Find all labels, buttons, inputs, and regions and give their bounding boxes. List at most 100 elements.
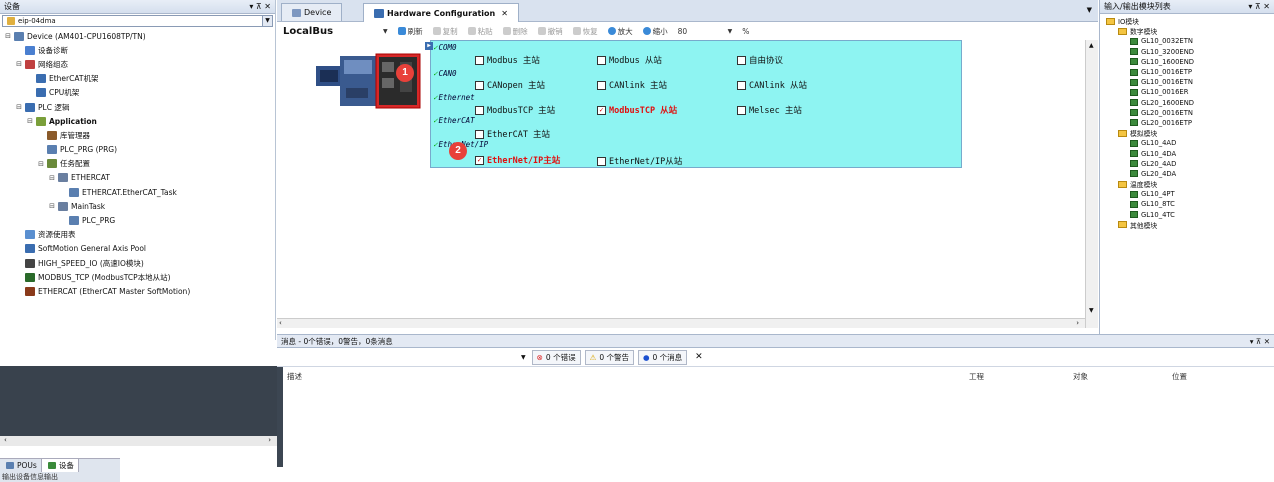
checkbox[interactable] <box>597 55 606 65</box>
tree-item[interactable]: PLC_PRG <box>0 213 275 227</box>
option-eip-slave[interactable]: EtherNet/IP从站 <box>597 155 682 167</box>
module-item[interactable]: GL10_0016ETN <box>1100 77 1274 87</box>
option-eip-master[interactable]: ✓ EtherNet/IP主站 <box>475 154 560 166</box>
collapse-toggle-icon[interactable]: ⊟ <box>48 174 56 182</box>
tree-item[interactable]: ETHERCAT (EtherCAT Master SoftMotion) <box>0 284 275 298</box>
module-category[interactable]: 模拟模块 <box>1100 128 1274 138</box>
module-item[interactable]: GL10_8TC <box>1100 199 1274 209</box>
module-category[interactable]: 数字模块 <box>1100 26 1274 36</box>
canvas-vertical-scrollbar[interactable]: ▲ ▼ <box>1085 40 1098 328</box>
module-category[interactable]: IO模块 <box>1100 16 1274 26</box>
checkbox[interactable] <box>475 55 484 65</box>
module-item[interactable]: GL10_4DA <box>1100 148 1274 158</box>
module-item[interactable]: GL20_4AD <box>1100 159 1274 169</box>
checkbox-checked[interactable]: ✓ <box>475 155 484 165</box>
checkbox[interactable] <box>475 105 484 115</box>
plc-device-image[interactable]: 1 <box>316 48 436 110</box>
left-horizontal-scrollbar[interactable]: ‹ › <box>0 436 277 446</box>
bus-selector[interactable]: LocalBus <box>283 26 383 37</box>
expand-arrow-icon[interactable]: ▶ <box>425 42 433 50</box>
tree-item[interactable]: ⊟ 网络组态 <box>0 57 275 71</box>
tree-item[interactable]: ⊟ Application <box>0 114 275 128</box>
tree-item[interactable]: HIGH_SPEED_IO (高速IO模块) <box>0 256 275 270</box>
collapse-toggle-icon[interactable]: ⊟ <box>4 32 12 40</box>
module-item[interactable]: GL10_1600END <box>1100 57 1274 67</box>
tree-item[interactable]: SoftMotion General Axis Pool <box>0 242 275 256</box>
collapse-toggle-icon[interactable]: ⊟ <box>15 103 23 111</box>
tree-item[interactable]: PLC_PRG (PRG) <box>0 143 275 157</box>
errors-filter-button[interactable]: ⊗ 0 个错误 <box>531 349 581 365</box>
tab-pous[interactable]: POUs <box>0 458 42 473</box>
tree-item[interactable]: EtherCAT机架 <box>0 72 275 86</box>
scroll-up-icon[interactable]: ▲ <box>1089 42 1094 49</box>
zoom-value[interactable]: 80 <box>678 27 718 36</box>
option-modbustcp-slave[interactable]: ✓ ModbusTCP 从站 <box>597 104 677 116</box>
panel-controls[interactable]: ▾ ⊼ ✕ <box>1248 2 1270 11</box>
option-ethercat-master[interactable]: EtherCAT 主站 <box>475 128 550 140</box>
panel-controls[interactable]: ▾ ⊼ ✕ <box>249 2 271 11</box>
bus-dropdown-icon[interactable]: ▼ <box>383 28 388 35</box>
tab-device[interactable]: Device <box>281 3 343 21</box>
project-selector[interactable]: eip-04dma ▼ <box>2 15 273 27</box>
option-modbus-slave[interactable]: Modbus 从站 <box>597 54 662 66</box>
column-position[interactable]: 位置 <box>1172 371 1187 382</box>
tab-hardware-configuration[interactable]: Hardware Configuration ✕ <box>363 3 519 22</box>
column-object[interactable]: 对象 <box>1073 371 1088 382</box>
option-melsec-master[interactable]: Melsec 主站 <box>737 104 802 116</box>
panel-controls[interactable]: ▾ ⊼ ✕ <box>1250 337 1270 346</box>
undo-button[interactable]: 撤销 <box>537 26 563 37</box>
tree-item[interactable]: ETHERCAT.EtherCAT_Task <box>0 185 275 199</box>
option-canlink-slave[interactable]: CANlink 从站 <box>737 79 807 91</box>
clear-icon[interactable]: ✕ <box>695 352 703 362</box>
checkbox[interactable] <box>737 80 746 90</box>
scroll-right-icon[interactable]: › <box>1076 319 1079 327</box>
tree-item[interactable]: ⊟ PLC 逻辑 <box>0 100 275 114</box>
module-item[interactable]: GL20_0016ETN <box>1100 108 1274 118</box>
chevron-down-icon[interactable]: ▼ <box>262 16 272 26</box>
scroll-left-icon[interactable]: ‹ <box>279 319 282 327</box>
module-item[interactable]: GL20_0016ETP <box>1100 118 1274 128</box>
paste-button[interactable]: 粘贴 <box>467 26 493 37</box>
module-category[interactable]: 其他模块 <box>1100 220 1274 230</box>
refresh-button[interactable]: 刷新 <box>397 26 423 37</box>
scroll-left-icon[interactable]: ‹ <box>4 436 7 444</box>
zoom-out-button[interactable]: 缩小 <box>642 26 668 37</box>
checkbox[interactable] <box>475 80 484 90</box>
infos-filter-button[interactable]: ● 0 个消息 <box>637 349 688 365</box>
module-item[interactable]: GL10_3200END <box>1100 47 1274 57</box>
tab-devices[interactable]: 设备 <box>41 458 79 473</box>
redo-button[interactable]: 恢复 <box>572 26 598 37</box>
warnings-filter-button[interactable]: ⚠ 0 个警告 <box>584 349 634 365</box>
module-item[interactable]: GL10_0016ER <box>1100 87 1274 97</box>
tab-list-chevron-icon[interactable]: ▼ <box>1087 6 1092 14</box>
canvas-horizontal-scrollbar[interactable]: ‹ › <box>277 318 1085 328</box>
option-modbustcp-master[interactable]: ModbusTCP 主站 <box>475 104 555 116</box>
module-item[interactable]: GL10_4AD <box>1100 138 1274 148</box>
tree-item[interactable]: ⊟ Device (AM401-CPU1608TP/TN) <box>0 29 275 43</box>
close-icon[interactable]: ✕ <box>501 9 508 18</box>
collapse-toggle-icon[interactable]: ⊟ <box>26 117 34 125</box>
tree-item[interactable]: 库管理器 <box>0 128 275 142</box>
collapse-toggle-icon[interactable]: ⊟ <box>15 60 23 68</box>
checkbox[interactable] <box>737 105 746 115</box>
scroll-right-icon[interactable]: › <box>268 436 271 444</box>
zoom-in-button[interactable]: 放大 <box>607 26 633 37</box>
collapse-toggle-icon[interactable]: ⊟ <box>37 160 45 168</box>
copy-button[interactable]: 复制 <box>432 26 458 37</box>
delete-button[interactable]: 删除 <box>502 26 528 37</box>
zoom-dropdown-icon[interactable]: ▼ <box>728 28 733 35</box>
module-item[interactable]: GL20_4DA <box>1100 169 1274 179</box>
collapse-toggle-icon[interactable]: ⊟ <box>48 202 56 210</box>
checkbox[interactable] <box>737 55 746 65</box>
checkbox[interactable] <box>597 156 606 166</box>
scroll-down-icon[interactable]: ▼ <box>1089 307 1094 314</box>
module-item[interactable]: GL10_4PT <box>1100 189 1274 199</box>
column-description[interactable]: 描述 <box>287 371 302 382</box>
checkbox-checked[interactable]: ✓ <box>597 105 606 115</box>
checkbox[interactable] <box>597 80 606 90</box>
tree-item[interactable]: ⊟ MainTask <box>0 199 275 213</box>
option-free-protocol[interactable]: 自由协议 <box>737 54 783 66</box>
option-modbus-master[interactable]: Modbus 主站 <box>475 54 540 66</box>
tree-item[interactable]: MODBUS_TCP (ModbusTCP本地从站) <box>0 270 275 284</box>
column-project[interactable]: 工程 <box>969 371 984 382</box>
